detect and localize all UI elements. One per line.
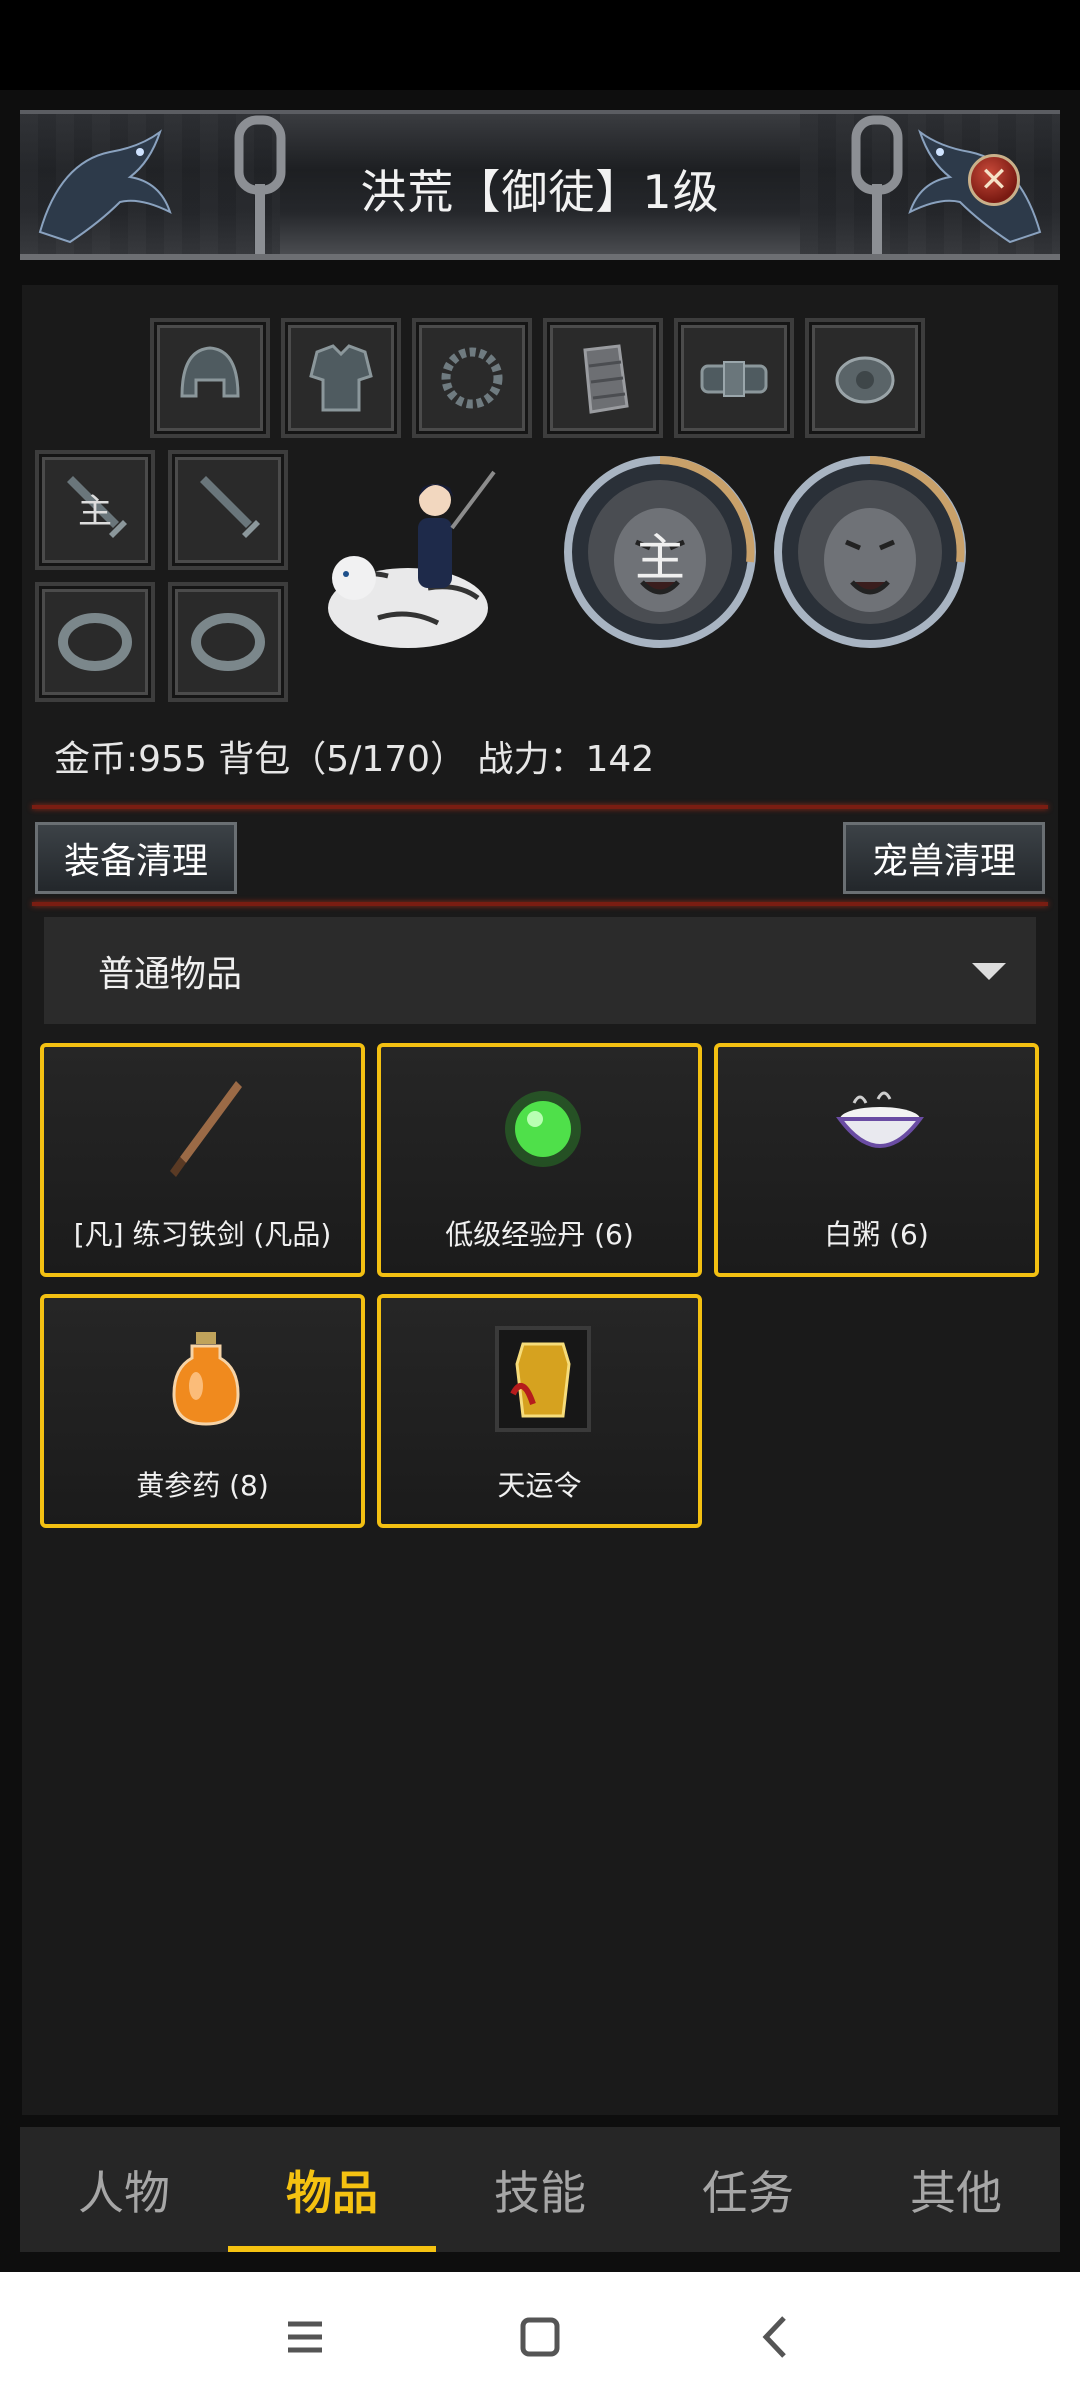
pet-medallion-secondary[interactable] (770, 452, 970, 652)
tab-label: 任务 (702, 2165, 794, 2220)
close-icon: ✕ (979, 160, 1009, 200)
item-label: 黄参药 (8) (136, 1469, 269, 1502)
bronze-sword-icon (170, 1081, 242, 1177)
tab-skills[interactable]: 技能 (436, 2127, 644, 2252)
equip-slot-weapon-off[interactable] (168, 450, 288, 570)
bottom-tab-bar: 人物 物品 技能 任务 其他 (20, 2127, 1060, 2252)
tab-quests[interactable]: 任务 (644, 2127, 852, 2252)
porridge-bowl-icon (836, 1091, 924, 1148)
item-label: 低级经验丹 (6) (445, 1218, 634, 1251)
equip-slot-boots[interactable] (805, 318, 925, 438)
equip-slot-ring-2[interactable] (168, 582, 288, 702)
clean-equipment-button[interactable]: 装备清理 (35, 822, 238, 894)
divider-top (32, 805, 1048, 809)
tab-label: 人物 (78, 2165, 170, 2220)
sword-icon (200, 476, 260, 538)
inventory-item[interactable]: 天运令 (377, 1294, 702, 1528)
pet-medallion-main[interactable]: 主 (560, 452, 760, 652)
back-icon[interactable] (740, 2302, 810, 2372)
helmet-icon (180, 346, 240, 398)
equip-slot-necklace[interactable] (412, 318, 532, 438)
close-button[interactable]: ✕ (968, 154, 1020, 206)
inventory-item[interactable]: 低级经验丹 (6) (377, 1043, 702, 1277)
potion-bottle-icon (172, 1332, 240, 1426)
equip-slot-armor[interactable] (281, 318, 401, 438)
tab-other[interactable]: 其他 (852, 2127, 1060, 2252)
inventory-item[interactable]: [凡] 练习铁剑 (凡品) (40, 1043, 365, 1277)
clean-pets-button[interactable]: 宠兽清理 (842, 822, 1045, 894)
armor-icon (309, 344, 373, 412)
equip-slot-belt[interactable] (674, 318, 794, 438)
tab-label: 技能 (494, 2165, 586, 2220)
equip-slot-ring-1[interactable] (35, 582, 155, 702)
bracer-icon (583, 344, 629, 414)
equip-slot-bracer[interactable] (543, 318, 663, 438)
divider-bottom (32, 902, 1048, 906)
header-banner: 洪荒【御徒】1级 (20, 110, 1060, 260)
page-title: 洪荒【御徒】1级 (360, 165, 720, 219)
player-stats: 金币:955 背包（5/170） 战力：142 (54, 739, 655, 780)
green-pill-icon (505, 1091, 581, 1167)
inventory-item[interactable]: 黄参药 (8) (40, 1294, 365, 1528)
boots-icon (835, 356, 895, 404)
status-bar (0, 0, 1080, 90)
necklace-icon (441, 347, 503, 409)
inventory-item[interactable]: 白粥 (6) (714, 1043, 1039, 1277)
item-label: 天运令 (497, 1469, 582, 1502)
item-category-value: 普通物品 (98, 953, 243, 995)
active-tab-indicator (228, 2246, 436, 2252)
ring-icon (58, 613, 132, 671)
ring-icon (191, 613, 265, 671)
system-nav-bar (0, 2272, 1080, 2400)
item-label: [凡] 练习铁剑 (凡品) (73, 1218, 332, 1251)
tab-items[interactable]: 物品 (228, 2127, 436, 2252)
equip-slot-helmet[interactable] (150, 318, 270, 438)
menu-icon[interactable] (270, 2302, 340, 2372)
item-label: 白粥 (6) (824, 1218, 929, 1251)
item-category-select[interactable]: 普通物品 (44, 917, 1036, 1024)
pet-main-label: 主 (635, 529, 685, 587)
main-slot-label: 主 (78, 492, 112, 532)
equip-slot-weapon-main[interactable]: 主 (35, 450, 155, 570)
home-icon[interactable] (505, 2302, 575, 2372)
character-portrait[interactable] (318, 458, 528, 658)
tab-label: 物品 (286, 2165, 378, 2220)
tiger-icon (774, 456, 966, 648)
belt-icon (700, 361, 768, 397)
golden-token-icon (495, 1326, 591, 1432)
chevron-down-icon (972, 963, 1006, 980)
tab-character[interactable]: 人物 (20, 2127, 228, 2252)
tab-label: 其他 (910, 2165, 1002, 2220)
